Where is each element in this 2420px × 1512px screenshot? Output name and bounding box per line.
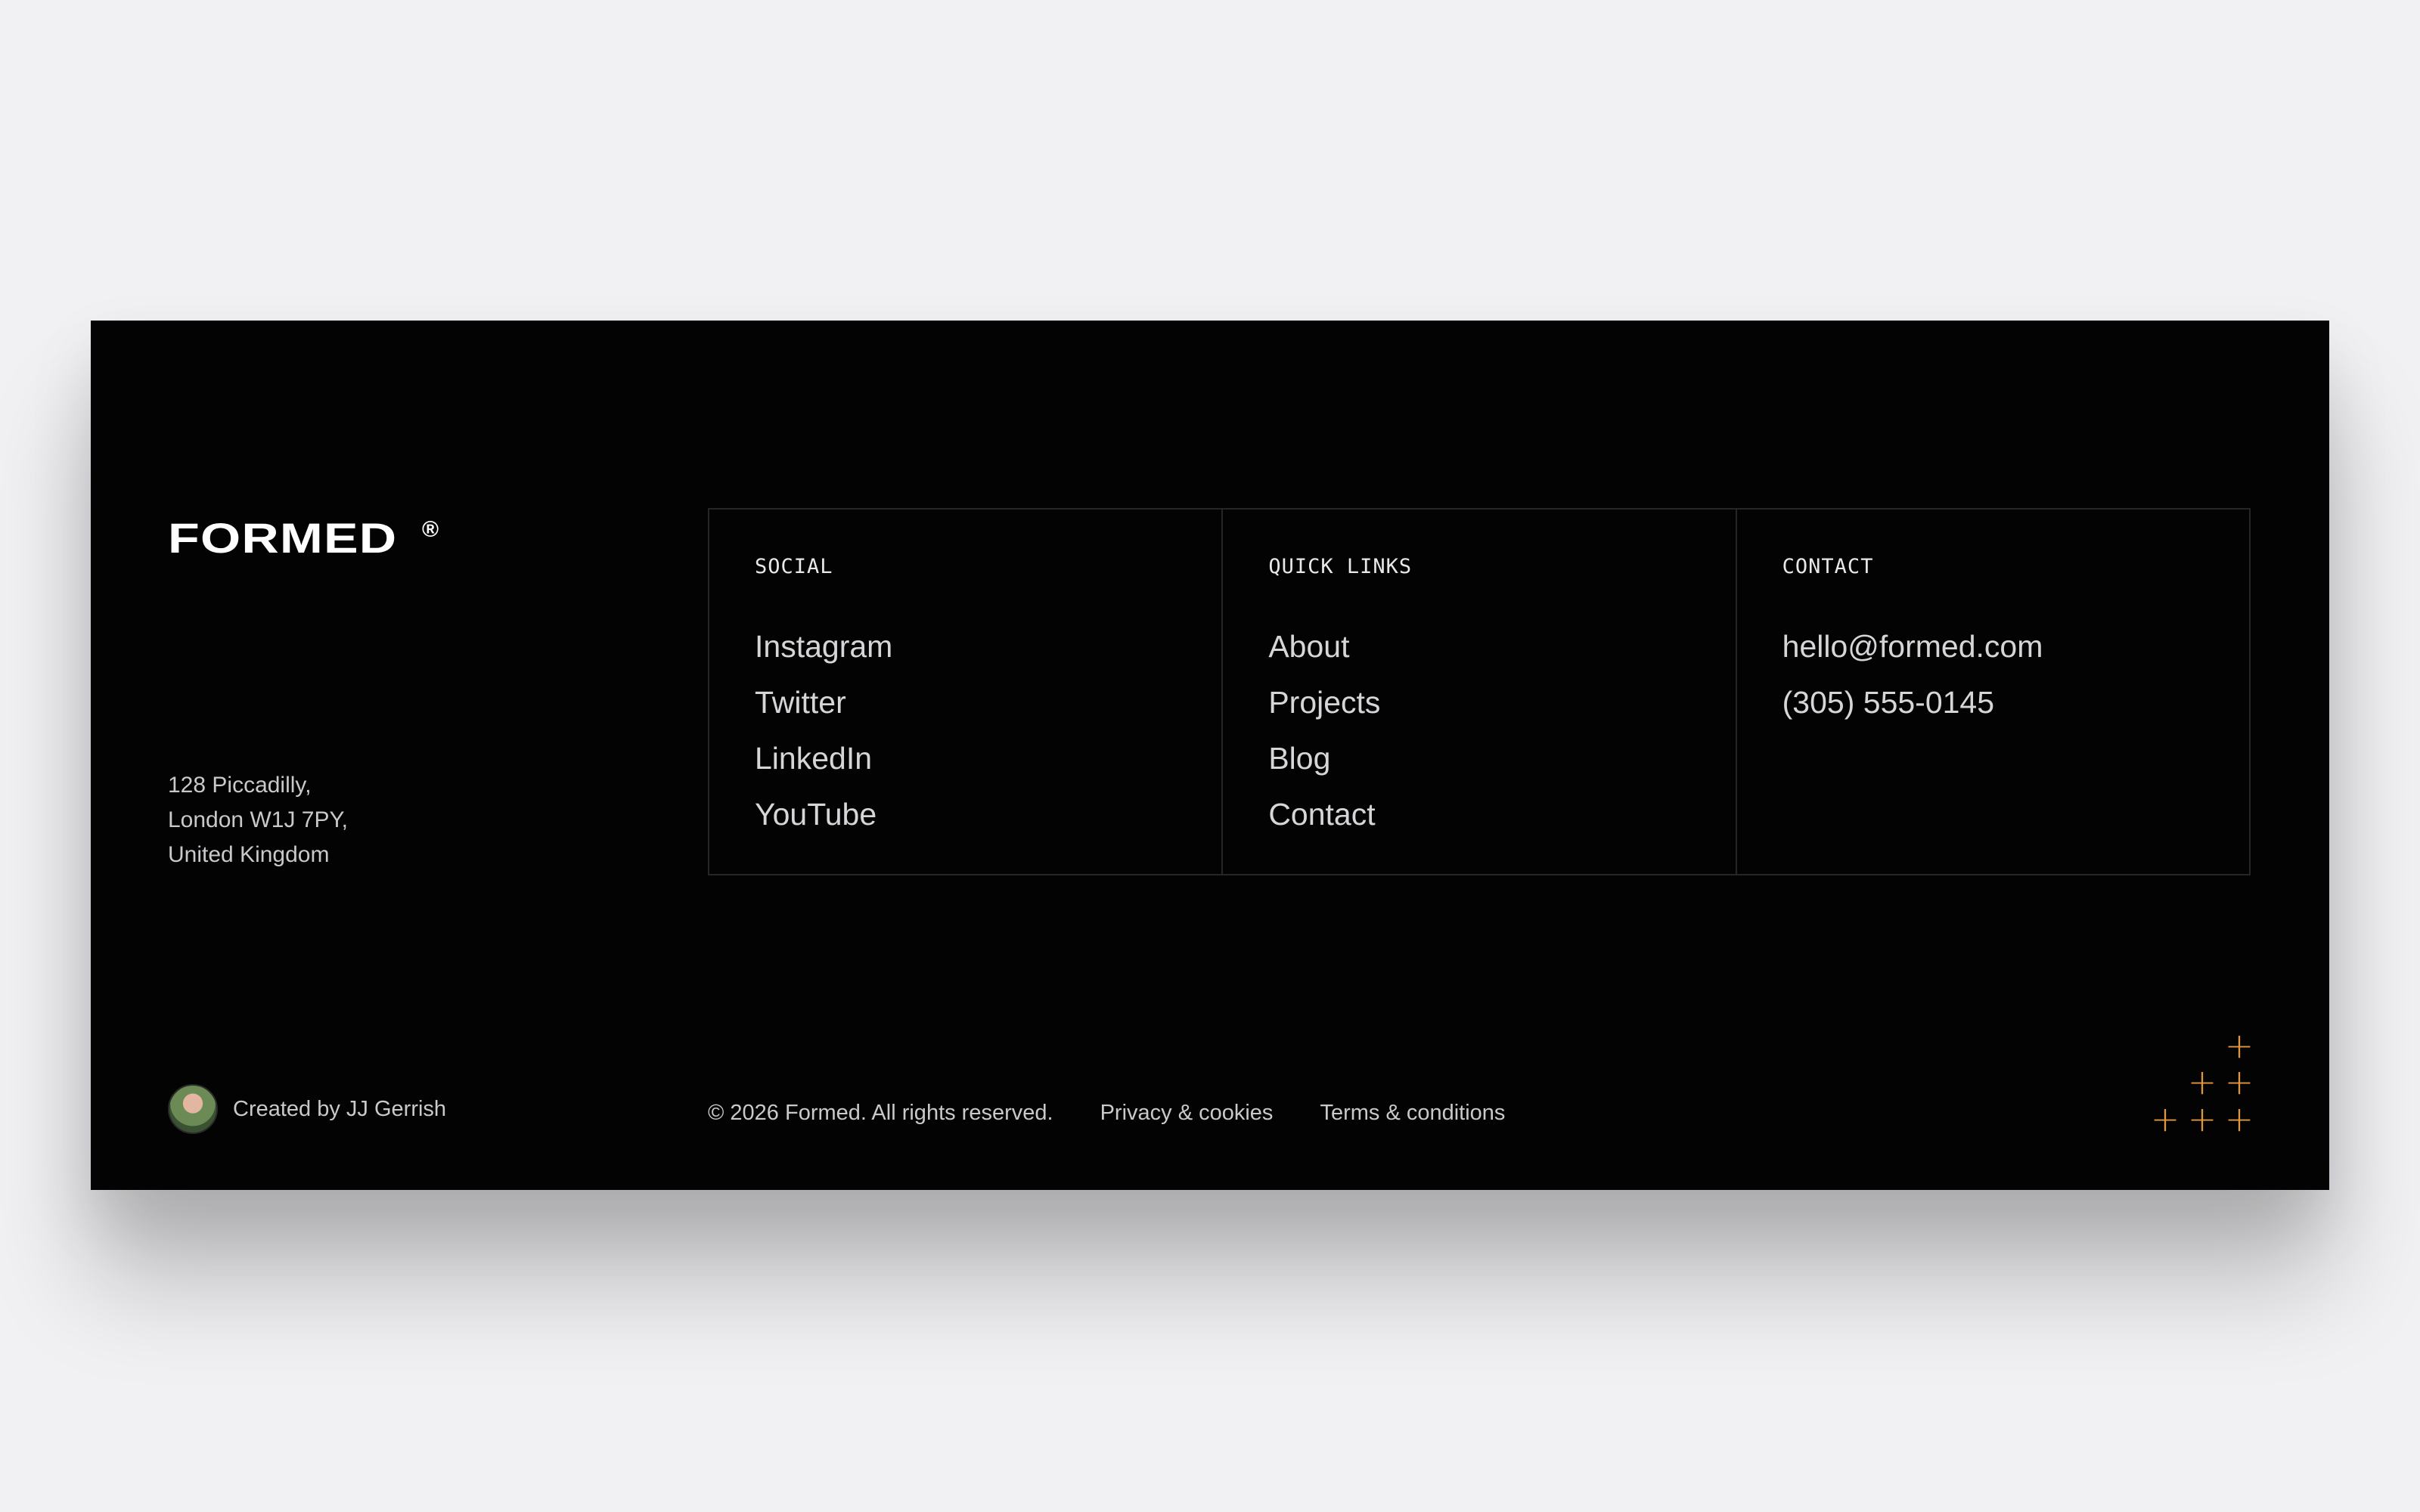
address-line-3: United Kingdom	[168, 842, 330, 867]
plus-icon: +	[2224, 1098, 2254, 1139]
terms-link[interactable]: Terms & conditions	[1320, 1101, 1505, 1126]
link-contact[interactable]: Contact	[1268, 786, 1380, 842]
footer-columns: SOCIAL Instagram Twitter LinkedIn YouTub…	[708, 508, 2251, 875]
plus-icon: +	[2224, 1061, 2254, 1102]
column-title-contact: CONTACT	[1782, 555, 1874, 578]
quick-links-column: QUICK LINKS About Projects Blog Contact	[1223, 510, 1737, 874]
contact-links: hello@formed.com (305) 555-0145	[1782, 618, 2043, 730]
plus-icon: +	[2150, 1098, 2180, 1139]
column-title-quick-links: QUICK LINKS	[1268, 555, 1413, 578]
plus-decoration: + + + + + +	[2151, 1025, 2257, 1139]
legal-bar: © 2026 Formed. All rights reserved. Priv…	[708, 1101, 1552, 1126]
plus-icon: +	[2224, 1025, 2254, 1066]
column-title-social: SOCIAL	[755, 555, 833, 578]
creator-credit[interactable]: Created by JJ Gerrish	[168, 1084, 446, 1134]
address-line-1: 128 Piccadilly,	[168, 773, 312, 798]
address-block: 128 Piccadilly, London W1J 7PY, United K…	[168, 768, 622, 872]
social-links: Instagram Twitter LinkedIn YouTube	[755, 618, 892, 842]
address-line-2: London W1J 7PY,	[168, 807, 348, 832]
brand-logo[interactable]: FORMED	[168, 517, 397, 559]
plus-icon: +	[2187, 1098, 2217, 1139]
registered-mark: ®	[422, 517, 439, 542]
link-about[interactable]: About	[1268, 618, 1380, 674]
creator-text: Created by JJ Gerrish	[233, 1096, 447, 1121]
link-blog[interactable]: Blog	[1268, 730, 1380, 786]
link-phone[interactable]: (305) 555-0145	[1782, 674, 2043, 730]
link-twitter[interactable]: Twitter	[755, 674, 892, 730]
link-linkedin[interactable]: LinkedIn	[755, 730, 892, 786]
link-instagram[interactable]: Instagram	[755, 618, 892, 674]
site-footer: FORMED ® 128 Piccadilly, London W1J 7PY,…	[91, 321, 2329, 1190]
plus-icon: +	[2187, 1061, 2217, 1102]
contact-column: CONTACT hello@formed.com (305) 555-0145	[1737, 510, 2249, 874]
social-column: SOCIAL Instagram Twitter LinkedIn YouTub…	[709, 510, 1224, 874]
privacy-link[interactable]: Privacy & cookies	[1100, 1101, 1274, 1126]
copyright-text: © 2026 Formed. All rights reserved.	[708, 1101, 1053, 1125]
quick-links: About Projects Blog Contact	[1268, 618, 1380, 842]
link-email[interactable]: hello@formed.com	[1782, 618, 2043, 674]
link-projects[interactable]: Projects	[1268, 674, 1380, 730]
avatar	[168, 1084, 218, 1134]
link-youtube[interactable]: YouTube	[755, 786, 892, 842]
